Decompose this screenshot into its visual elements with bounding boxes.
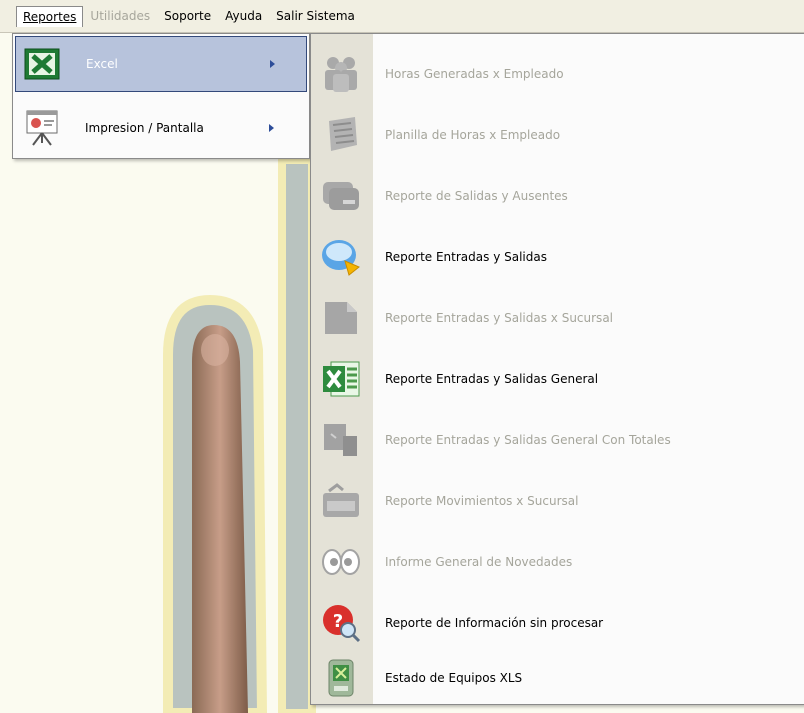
search-help-icon: ? [323,605,361,643]
menu-utilidades[interactable]: Utilidades [83,5,157,27]
eyes-icon [322,549,360,575]
excel-sheet-icon [323,361,360,397]
submenu-item-entradas-salidas-general[interactable]: Reporte Entradas y Salidas General [311,349,804,409]
menu-ayuda[interactable]: Ayuda [218,5,269,27]
people-group-icon [325,57,357,92]
submenu-arrow-icon [270,60,275,68]
presentation-icon [26,110,58,146]
submenu-arrow-icon [269,124,274,132]
document-icon [325,302,357,334]
device-excel-icon [328,659,354,697]
menu-reportes[interactable]: Reportes [16,5,84,27]
submenu-item-entradas-salidas-sucursal[interactable]: Reporte Entradas y Salidas x Sucursal [311,288,804,348]
excel-submenu: Horas Generadas x Empleado Planilla de H… [310,33,804,705]
briefcase-icon [323,483,359,517]
submenu-item-estado-equipos[interactable]: Estado de Equipos XLS [311,648,804,708]
report-chart-icon [322,240,360,276]
menu-bar: Reportes Utilidades Soporte Ayuda Salir … [0,0,804,33]
menu-salir-sistema[interactable]: Salir Sistema [269,5,362,27]
submenu-item-salidas-ausentes[interactable]: Reporte de Salidas y Ausentes [311,166,804,226]
submenu-item-planilla-horas[interactable]: Planilla de Horas x Empleado [311,105,804,165]
spreadsheet-icon [329,117,357,151]
submenu-item-entradas-salidas[interactable]: Reporte Entradas y Salidas [311,227,804,287]
menu-item-excel[interactable]: Excel [15,36,307,92]
files-icon [324,424,357,456]
excel-icon [24,48,60,80]
submenu-item-movimientos-sucursal[interactable]: Reporte Movimientos x Sucursal [311,471,804,531]
submenu-item-informacion-sin-procesar[interactable]: ? Reporte de Información sin procesar [311,593,804,653]
submenu-item-entradas-salidas-totales[interactable]: Reporte Entradas y Salidas General Con T… [311,410,804,470]
reportes-dropdown: Excel Impresion / Pantalla [12,33,310,159]
cards-icon [323,182,359,210]
submenu-item-horas-generadas[interactable]: Horas Generadas x Empleado [311,44,804,104]
menu-item-impresion-pantalla[interactable]: Impresion / Pantalla [15,100,307,156]
submenu-item-informe-novedades[interactable]: Informe General de Novedades [311,532,804,592]
menu-soporte[interactable]: Soporte [157,5,218,27]
